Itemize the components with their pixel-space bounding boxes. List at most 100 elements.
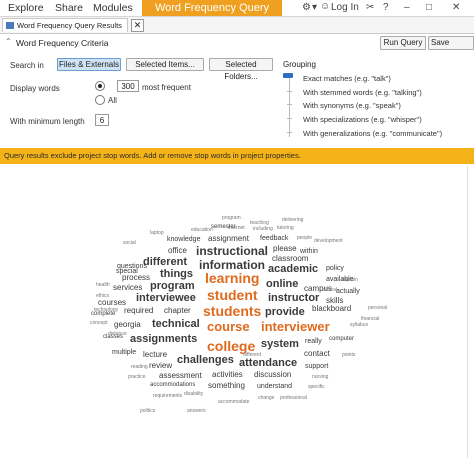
- cloud-word[interactable]: ethics: [96, 294, 109, 299]
- grouping-specializations[interactable]: With specializations (e.g. "whisper"): [303, 115, 422, 124]
- cloud-word[interactable]: syllabus: [350, 323, 368, 328]
- cloud-word[interactable]: special: [116, 268, 138, 275]
- cloud-word[interactable]: system: [261, 339, 299, 350]
- cloud-word[interactable]: tutoring: [277, 226, 294, 231]
- scissors-icon[interactable]: ✂: [366, 2, 374, 13]
- menu-share[interactable]: Share: [55, 2, 83, 14]
- cloud-word[interactable]: program: [150, 281, 195, 292]
- cloud-word[interactable]: accommodate: [218, 400, 249, 405]
- cloud-word[interactable]: provide: [265, 307, 305, 318]
- cloud-word[interactable]: understand: [257, 383, 292, 390]
- cloud-word[interactable]: within: [300, 248, 318, 255]
- cloud-word[interactable]: computer: [329, 336, 354, 342]
- help-icon[interactable]: ?: [383, 2, 389, 13]
- cloud-word[interactable]: concept: [90, 321, 108, 326]
- cloud-word[interactable]: program: [222, 216, 241, 221]
- cloud-word[interactable]: practice: [128, 375, 146, 380]
- cloud-word[interactable]: education: [191, 228, 213, 233]
- settings-icon[interactable]: ⚙: [302, 2, 311, 13]
- maximize-icon[interactable]: □: [426, 2, 432, 13]
- cloud-word[interactable]: assignment: [208, 235, 249, 243]
- cloud-word[interactable]: clinical: [322, 288, 337, 293]
- cloud-word[interactable]: policy: [326, 265, 344, 272]
- run-query-button[interactable]: Run Query: [380, 36, 426, 50]
- cloud-word[interactable]: learning: [205, 271, 259, 285]
- cloud-word[interactable]: course: [207, 320, 250, 333]
- user-icon[interactable]: ☺: [320, 1, 330, 12]
- display-count-input[interactable]: 300: [117, 80, 139, 92]
- cloud-word[interactable]: laptop: [150, 231, 164, 236]
- display-count-radio[interactable]: [95, 81, 105, 91]
- cloud-word[interactable]: reading: [131, 365, 148, 370]
- cloud-word[interactable]: multiple: [112, 349, 136, 356]
- cloud-word[interactable]: different: [143, 257, 187, 268]
- cloud-word[interactable]: social: [123, 241, 136, 246]
- menu-modules[interactable]: Modules: [93, 2, 133, 14]
- cloud-word[interactable]: blackboard: [312, 305, 351, 313]
- cloud-word[interactable]: development: [314, 239, 343, 244]
- chevron-down-icon[interactable]: ▾: [312, 2, 317, 13]
- cloud-word[interactable]: people: [297, 236, 312, 241]
- cloud-word[interactable]: lecture: [143, 351, 167, 359]
- selected-folders-button[interactable]: Selected Folders...: [209, 58, 273, 81]
- cloud-word[interactable]: health: [96, 283, 110, 288]
- grouping-exact[interactable]: Exact matches (e.g. "talk"): [303, 74, 391, 83]
- cloud-word[interactable]: students: [203, 304, 261, 318]
- grouping-slider-track[interactable]: [289, 75, 290, 137]
- cloud-word[interactable]: support: [305, 363, 328, 370]
- cloud-word[interactable]: required: [124, 307, 153, 315]
- cloud-word[interactable]: points: [342, 353, 355, 358]
- collapse-chevron-icon[interactable]: ⌃: [5, 37, 12, 46]
- cloud-word[interactable]: academic: [268, 264, 318, 275]
- cloud-word[interactable]: instructor: [268, 293, 319, 304]
- cloud-word[interactable]: politics: [140, 409, 155, 414]
- cloud-word[interactable]: disability: [184, 392, 203, 397]
- cloud-word[interactable]: discussion: [254, 371, 291, 379]
- cloud-word[interactable]: interviewer: [261, 320, 330, 333]
- cloud-word[interactable]: something: [208, 382, 245, 390]
- cloud-word[interactable]: assessment: [159, 372, 202, 380]
- cloud-word[interactable]: chapter: [164, 307, 191, 315]
- cloud-word[interactable]: distance: [108, 332, 127, 337]
- cloud-word[interactable]: office: [168, 247, 187, 255]
- cloud-word[interactable]: georgia: [114, 321, 141, 329]
- cloud-word[interactable]: courses: [98, 299, 126, 307]
- login-link[interactable]: Log In: [331, 2, 359, 13]
- cloud-word[interactable]: review: [149, 362, 172, 370]
- cloud-word[interactable]: college: [207, 339, 255, 353]
- cloud-word[interactable]: online: [266, 279, 298, 290]
- cloud-word[interactable]: financial: [361, 317, 379, 322]
- cloud-word[interactable]: specific: [308, 385, 325, 390]
- display-all-radio[interactable]: [95, 95, 105, 105]
- cloud-word[interactable]: really: [305, 338, 322, 345]
- cloud-word[interactable]: internet: [228, 226, 245, 231]
- cloud-word[interactable]: answers: [187, 409, 206, 414]
- cloud-word[interactable]: different: [243, 353, 261, 358]
- cloud-word[interactable]: assignments: [130, 334, 197, 345]
- grouping-stemmed[interactable]: With stemmed words (e.g. "talking"): [303, 88, 422, 97]
- cloud-word[interactable]: challenges: [177, 355, 234, 366]
- save-criteria-button[interactable]: Save Criteria: [428, 36, 474, 50]
- cloud-word[interactable]: information: [199, 259, 265, 271]
- grouping-generalizations[interactable]: With generalizations (e.g. "communicate"…: [303, 129, 442, 138]
- grouping-slider-thumb[interactable]: [283, 73, 293, 78]
- minimize-icon[interactable]: –: [404, 2, 410, 13]
- close-tab-icon[interactable]: ✕: [131, 19, 144, 32]
- close-window-icon[interactable]: ✕: [452, 2, 460, 13]
- cloud-word[interactable]: please: [273, 245, 297, 253]
- grouping-synonyms[interactable]: With synonyms (e.g. "speak"): [303, 101, 401, 110]
- cloud-word[interactable]: professional: [280, 396, 307, 401]
- cloud-word[interactable]: attendance: [239, 358, 297, 369]
- tab-word-frequency-results[interactable]: Word Frequency Query Results: [2, 18, 128, 32]
- cloud-word[interactable]: things: [160, 269, 193, 280]
- cloud-word[interactable]: classroom: [272, 255, 308, 263]
- cloud-word[interactable]: accommodations: [150, 382, 195, 388]
- files-externals-button[interactable]: Files & Externals: [57, 58, 121, 71]
- cloud-word[interactable]: nursing: [312, 375, 328, 380]
- menu-word-frequency-query[interactable]: Word Frequency Query: [142, 0, 282, 16]
- cloud-word[interactable]: actually: [336, 288, 360, 295]
- cloud-word[interactable]: personal: [368, 306, 387, 311]
- cloud-word[interactable]: explain: [342, 278, 358, 283]
- cloud-word[interactable]: delivering: [282, 218, 303, 223]
- min-length-input[interactable]: 6: [95, 114, 109, 126]
